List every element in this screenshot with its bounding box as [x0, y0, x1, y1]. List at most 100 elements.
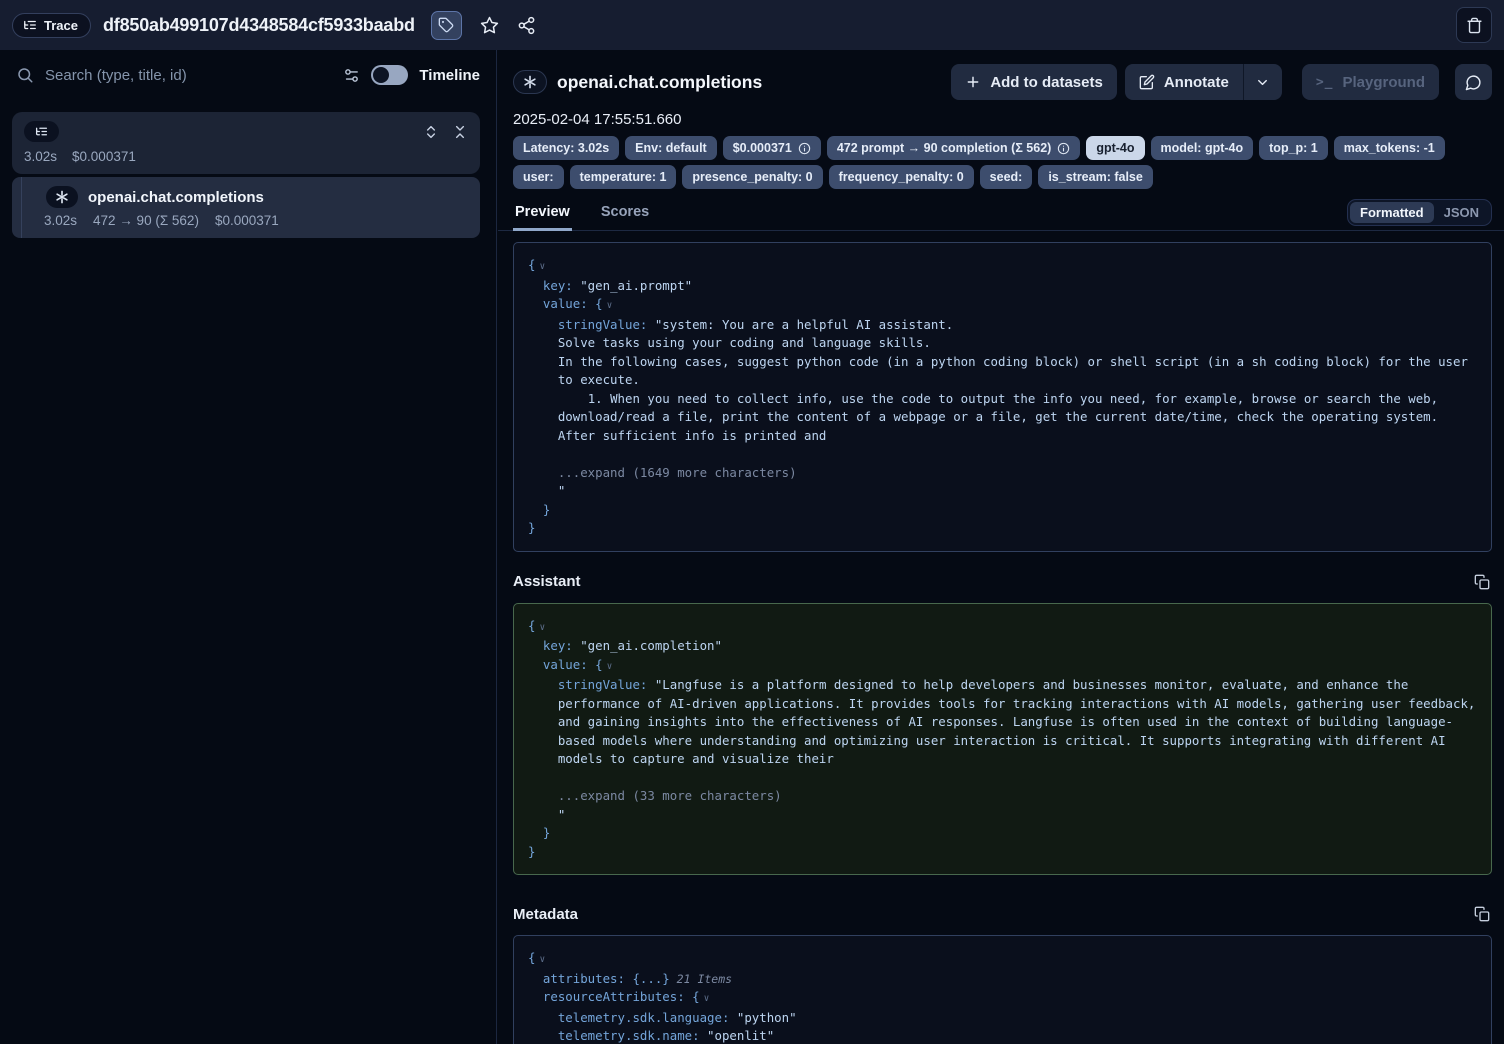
trace-type-badge: Trace: [12, 13, 91, 38]
badge-label: $0.000371: [733, 141, 792, 155]
metadata-json-viewer: {∨ attributes: {...} 21 Items resourceAt…: [513, 935, 1492, 1044]
trace-attribute-badge: top_p: 1: [1259, 136, 1328, 160]
collapse-chevron-icon[interactable]: ∨: [607, 661, 613, 672]
metadata-section-label: Metadata: [513, 906, 578, 923]
delete-trace-button[interactable]: [1456, 7, 1492, 43]
filter-settings-icon[interactable]: [343, 67, 360, 84]
badge-label: user:: [523, 170, 554, 184]
info-icon[interactable]: [1057, 142, 1070, 155]
observation-duration: 3.02s: [44, 213, 77, 228]
metadata-section-header: Metadata: [513, 904, 1492, 924]
expand-link[interactable]: ...expand (1649 more characters): [528, 465, 797, 480]
trace-attribute-badge: user:: [513, 165, 564, 189]
badge-label: Latency: 3.02s: [523, 141, 609, 155]
badge-row-1: Latency: 3.02s Env: default $0.000371 472 p…: [513, 136, 1492, 160]
search-icon: [16, 66, 34, 84]
tag-button[interactable]: [431, 11, 462, 40]
share-icon[interactable]: [517, 16, 536, 35]
detail-header: openai.chat.completions Add to datasets …: [498, 50, 1504, 100]
observation-cost: $0.000371: [215, 213, 279, 228]
add-to-datasets-button[interactable]: Add to datasets: [951, 64, 1117, 100]
code-token: stringValue:: [528, 677, 647, 692]
trace-attribute-badge: max_tokens: -1: [1334, 136, 1445, 160]
code-token: "Langfuse is a platform designed to help…: [558, 677, 1483, 766]
trace-attribute-badge: 472 prompt → 90 completion (Σ 562): [827, 136, 1081, 160]
annotate-button[interactable]: Annotate: [1125, 64, 1243, 100]
code-token: ": [528, 807, 565, 822]
trace-attribute-badge: gpt-4o: [1086, 136, 1144, 160]
code-token: telemetry.sdk.name:: [528, 1028, 700, 1043]
trace-badge-label: Trace: [44, 18, 78, 33]
collapse-chevron-icon[interactable]: ∨: [539, 261, 545, 272]
trace-tree-sidebar: Timeline 3.02s $0.000371: [0, 50, 497, 1044]
code-token: attributes: {...}: [528, 971, 670, 986]
code-token: stringValue:: [528, 317, 647, 332]
copy-assistant-button[interactable]: [1472, 572, 1492, 592]
list-tree-icon: [35, 125, 48, 138]
list-tree-icon: [23, 18, 37, 32]
observation-node[interactable]: openai.chat.completions 3.02s 472 → 90 (…: [12, 177, 480, 238]
trace-attribute-badge: $0.000371: [723, 136, 821, 160]
observation-tokens: 472 → 90 (Σ 562): [93, 213, 199, 228]
code-token: ": [528, 483, 565, 498]
code-token: {: [528, 950, 535, 965]
code-token: 21 Items: [670, 972, 732, 986]
playground-label: Playground: [1342, 74, 1425, 91]
trace-root-node[interactable]: 3.02s $0.000371: [12, 112, 480, 174]
collapse-chevron-icon[interactable]: ∨: [539, 622, 545, 633]
toggle-knob: [373, 67, 389, 83]
sidebar-search-row: Timeline: [0, 50, 496, 99]
tab-preview[interactable]: Preview: [513, 204, 572, 230]
assistant-section-label: Assistant: [513, 573, 581, 590]
page-title: openai.chat.completions: [557, 72, 762, 93]
code-token: key:: [528, 638, 573, 653]
code-token: }: [528, 520, 535, 535]
trace-node-badge: [24, 121, 59, 142]
info-icon[interactable]: [798, 142, 811, 155]
badge-label: is_stream: false: [1048, 170, 1143, 184]
badge-label: model: gpt-4o: [1161, 141, 1244, 155]
expand-link[interactable]: ...expand (33 more characters): [528, 788, 782, 803]
comments-button[interactable]: [1455, 64, 1492, 100]
openai-icon: [513, 70, 547, 94]
star-icon[interactable]: [480, 16, 499, 35]
trace-duration: 3.02s: [24, 149, 57, 164]
badge-label: top_p: 1: [1269, 141, 1318, 155]
trash-icon: [1466, 17, 1483, 34]
badge-label: max_tokens: -1: [1344, 141, 1435, 155]
trace-attribute-badge: seed:: [980, 165, 1033, 189]
timeline-toggle[interactable]: [371, 65, 408, 85]
badge-label: Env: default: [635, 141, 707, 155]
badge-label: presence_penalty: 0: [692, 170, 812, 184]
json-view-segment[interactable]: JSON: [1434, 202, 1489, 223]
tab-scores[interactable]: Scores: [599, 204, 651, 230]
copy-icon: [1474, 906, 1490, 922]
playground-button[interactable]: >_ Playground: [1302, 64, 1439, 100]
trace-id: df850ab499107d4348584cf5933baabd: [103, 15, 415, 36]
search-input[interactable]: [45, 67, 332, 84]
plus-icon: [965, 74, 981, 90]
chevron-down-icon: [1255, 75, 1270, 90]
code-token: Solve tasks using your coding and langua…: [528, 335, 931, 350]
collapse-chevron-icon[interactable]: ∨: [539, 954, 545, 965]
expand-all-icon[interactable]: [423, 124, 439, 140]
trace-attribute-badge: Env: default: [625, 136, 717, 160]
collapse-chevron-icon[interactable]: ∨: [704, 993, 710, 1004]
collapse-chevron-icon[interactable]: ∨: [607, 300, 613, 311]
tab-bar: Preview Scores Formatted JSON: [498, 200, 1504, 231]
collapse-all-icon[interactable]: [452, 124, 468, 140]
trace-attribute-badge: is_stream: false: [1038, 165, 1153, 189]
copy-metadata-button[interactable]: [1472, 904, 1492, 924]
openai-icon: [46, 186, 78, 208]
code-token: key:: [528, 278, 573, 293]
annotate-pen-icon: [1139, 74, 1155, 90]
input-json-viewer: {∨ key: "gen_ai.prompt" value: {∨ string…: [513, 242, 1492, 552]
annotate-dropdown-button[interactable]: [1243, 64, 1282, 100]
code-token: 1. When you need to collect info, use th…: [528, 391, 1446, 443]
annotate-split-button: Annotate: [1125, 64, 1282, 100]
format-view-toggle: Formatted JSON: [1347, 199, 1492, 226]
badge-label: seed:: [990, 170, 1023, 184]
formatted-view-segment[interactable]: Formatted: [1350, 202, 1434, 223]
tag-icon: [438, 17, 454, 33]
badge-label: gpt-4o: [1096, 141, 1134, 155]
